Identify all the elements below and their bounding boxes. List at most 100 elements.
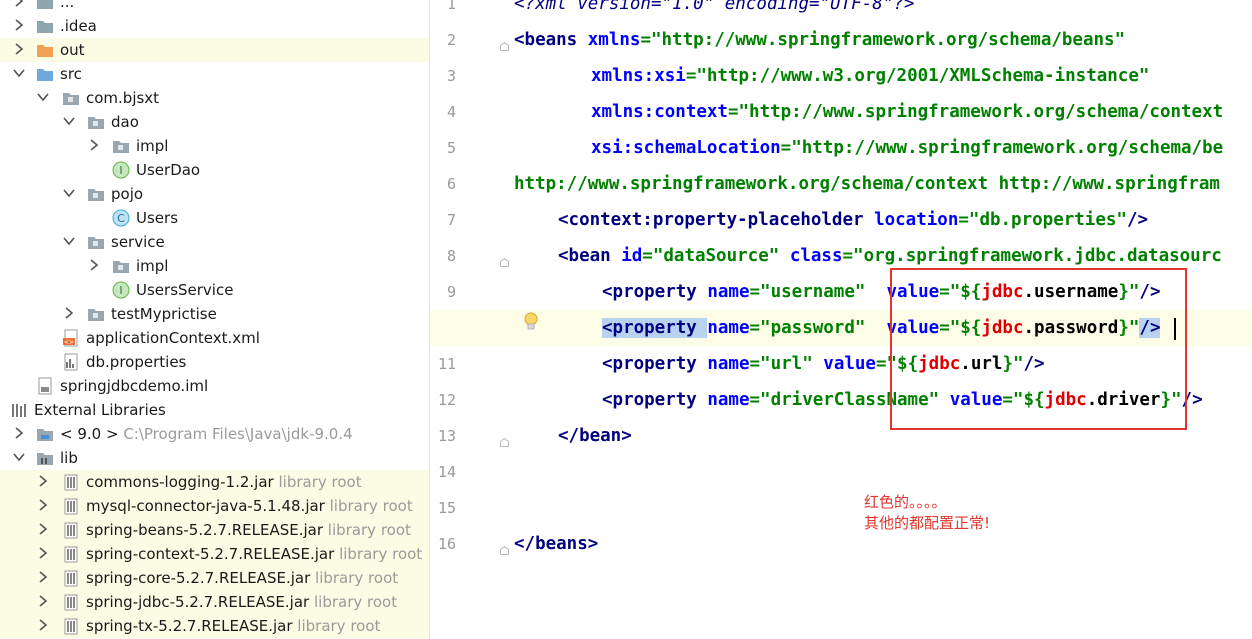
- tree-item-label: spring-jdbc-5.2.7.RELEASE.jar: [86, 593, 310, 611]
- tree-item[interactable]: dao: [0, 110, 429, 134]
- tree-item[interactable]: impl: [0, 134, 429, 158]
- code-token: xmlns:xsi: [591, 66, 686, 86]
- code-token: </bean>: [558, 426, 632, 446]
- jar-icon: [62, 593, 80, 611]
- code-token: ="org.springframework.jdbc.datasourc: [842, 246, 1222, 266]
- tree-item[interactable]: ...: [0, 0, 429, 14]
- tree-item-suffix: library root: [327, 521, 411, 539]
- lightbulb-icon[interactable]: [523, 312, 539, 336]
- tree-item[interactable]: spring-tx-5.2.7.RELEASE.jar library root: [0, 614, 429, 638]
- code-token: <property: [602, 390, 708, 410]
- tree-item[interactable]: < 9.0 > C:\Program Files\Java\jdk-9.0.4: [0, 422, 429, 446]
- package-icon: [87, 185, 105, 203]
- chevron-right-icon[interactable]: [36, 498, 50, 512]
- chevron-down-icon[interactable]: [62, 234, 76, 248]
- tree-item[interactable]: impl: [0, 254, 429, 278]
- code-token: xmlns: [587, 30, 641, 50]
- tree-item[interactable]: commons-logging-1.2.jar library root: [0, 470, 429, 494]
- chevron-down-icon[interactable]: [62, 114, 76, 128]
- chevron-down-icon[interactable]: [12, 66, 26, 80]
- chevron-down-icon[interactable]: [62, 186, 76, 200]
- code-token: <bean: [558, 246, 622, 266]
- chevron-right-icon[interactable]: [12, 0, 26, 8]
- tree-item[interactable]: spring-context-5.2.7.RELEASE.jar library…: [0, 542, 429, 566]
- package-icon: [87, 113, 105, 131]
- tree-item[interactable]: External Libraries: [0, 398, 429, 422]
- chevron-right-icon[interactable]: [87, 258, 101, 272]
- code-token: xmlns:context: [591, 102, 728, 122]
- code-line[interactable]: </beans>: [430, 526, 1252, 562]
- tree-item[interactable]: testMyprictise: [0, 302, 429, 326]
- chevron-right-icon[interactable]: [36, 474, 50, 488]
- code-token: ="password": [749, 318, 876, 338]
- tree-item[interactable]: lib: [0, 446, 429, 470]
- code-line[interactable]: <context:property-placeholder location="…: [430, 202, 1252, 238]
- code-token: ="username": [749, 282, 876, 302]
- code-token: ="db.properties": [958, 210, 1127, 230]
- tree-item-label: Users: [136, 209, 179, 227]
- chevron-right-icon[interactable]: [12, 18, 26, 32]
- chevron-right-icon[interactable]: [36, 522, 50, 536]
- tree-item[interactable]: db.properties: [0, 350, 429, 374]
- code-token: name: [707, 354, 750, 374]
- code-token: value: [823, 354, 876, 374]
- tree-item[interactable]: spring-beans-5.2.7.RELEASE.jar library r…: [0, 518, 429, 542]
- chevron-down-icon[interactable]: [12, 450, 26, 464]
- package-icon: [62, 89, 80, 107]
- folder-icon: [36, 17, 54, 35]
- code-line[interactable]: xsi:schemaLocation="http://www.springfra…: [430, 130, 1252, 166]
- library-folder-icon: [36, 449, 54, 467]
- svg-text:I: I: [119, 284, 122, 297]
- tree-item-suffix: library root: [315, 569, 399, 587]
- tree-item[interactable]: I UserDao: [0, 158, 429, 182]
- tree-item[interactable]: com.bjsxt: [0, 86, 429, 110]
- tree-item[interactable]: mysql-connector-java-5.1.48.jar library …: [0, 494, 429, 518]
- code-line[interactable]: [430, 454, 1252, 490]
- tree-item-suffix: library root: [278, 473, 362, 491]
- tree-item[interactable]: spring-core-5.2.7.RELEASE.jar library ro…: [0, 566, 429, 590]
- jar-icon: [62, 545, 80, 563]
- code-line[interactable]: http://www.springframework.org/schema/co…: [430, 166, 1252, 202]
- tree-item[interactable]: out: [0, 38, 429, 62]
- tree-item[interactable]: C Users: [0, 206, 429, 230]
- chevron-right-icon[interactable]: [36, 546, 50, 560]
- tree-item[interactable]: .idea: [0, 14, 429, 38]
- code-token: ="url": [749, 354, 824, 374]
- jar-icon: [62, 521, 80, 539]
- tree-item-label: com.bjsxt: [86, 89, 160, 107]
- code-line[interactable]: xmlns:context="http://www.springframewor…: [430, 94, 1252, 130]
- chevron-right-icon[interactable]: [87, 138, 101, 152]
- chevron-right-icon[interactable]: [36, 570, 50, 584]
- tree-item[interactable]: pojo: [0, 182, 429, 206]
- code-line[interactable]: [430, 490, 1252, 526]
- tree-item-label: src: [60, 65, 82, 83]
- tree-item-label: spring-tx-5.2.7.RELEASE.jar: [86, 617, 293, 635]
- code-token: id: [621, 246, 643, 266]
- tree-item[interactable]: springjdbcdemo.iml: [0, 374, 429, 398]
- code-token: <property: [602, 318, 708, 338]
- chevron-right-icon[interactable]: [12, 426, 26, 440]
- code-line[interactable]: <?xml version="1.0" encoding="UTF-8"?>: [430, 0, 1252, 22]
- chevron-down-icon[interactable]: [36, 90, 50, 104]
- chevron-right-icon[interactable]: [36, 594, 50, 608]
- tree-item-suffix: library root: [314, 593, 398, 611]
- tree-item-label: db.properties: [86, 353, 187, 371]
- package-icon: [87, 305, 105, 323]
- chevron-right-icon[interactable]: [12, 42, 26, 56]
- chevron-right-icon[interactable]: [36, 618, 50, 632]
- code-line[interactable]: xmlns:xsi="http://www.w3.org/2001/XMLSch…: [430, 58, 1252, 94]
- tree-item-label: mysql-connector-java-5.1.48.jar: [86, 497, 325, 515]
- tree-item[interactable]: <> applicationContext.xml: [0, 326, 429, 350]
- tree-item[interactable]: I UsersService: [0, 278, 429, 302]
- tree-item[interactable]: service: [0, 230, 429, 254]
- code-token: ="http://www.w3.org/2001/XMLSchema-insta…: [685, 66, 1150, 86]
- code-line[interactable]: <beans xmlns="http://www.springframework…: [430, 22, 1252, 58]
- code-token: class: [789, 246, 843, 266]
- tree-item[interactable]: src: [0, 62, 429, 86]
- tree-item[interactable]: spring-jdbc-5.2.7.RELEASE.jar library ro…: [0, 590, 429, 614]
- package-icon: [112, 137, 130, 155]
- highlight-box: [890, 268, 1187, 430]
- chevron-right-icon[interactable]: [62, 306, 76, 320]
- code-token: />: [1126, 210, 1149, 230]
- tree-item-label: spring-beans-5.2.7.RELEASE.jar: [86, 521, 324, 539]
